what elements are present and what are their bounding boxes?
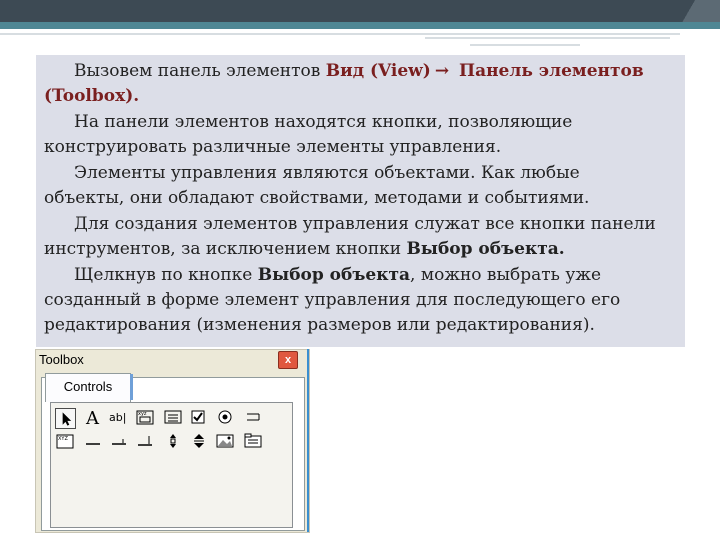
slide-text-box: Вызовем панель элементов Вид (View) → Пан… bbox=[36, 55, 685, 347]
svg-text:A: A bbox=[85, 408, 100, 426]
header-band bbox=[0, 0, 720, 22]
pointer-icon[interactable] bbox=[55, 408, 76, 429]
spinbutton-icon[interactable] bbox=[135, 432, 155, 450]
commandbutton-icon[interactable] bbox=[163, 408, 183, 426]
header-accent bbox=[0, 22, 720, 29]
vscroll-icon[interactable] bbox=[163, 432, 183, 450]
combobox-icon[interactable]: XYZ bbox=[55, 432, 75, 450]
p4-line1: Для создания элементов управления служат… bbox=[74, 214, 656, 234]
scrollbar-icon[interactable] bbox=[109, 432, 129, 450]
p4-bold: Выбор объекта. bbox=[406, 239, 565, 259]
paragraph-4: Для создания элементов управления служат… bbox=[44, 212, 684, 262]
tab-edge bbox=[130, 374, 133, 400]
divider-line bbox=[425, 37, 670, 39]
p4-line2: инструментов, за исключением кнопки bbox=[44, 239, 407, 259]
tab-controls[interactable]: Controls bbox=[45, 373, 131, 402]
image-icon[interactable] bbox=[215, 432, 235, 450]
close-button[interactable]: x bbox=[278, 351, 298, 369]
p5-line2: созданный в форме элемент управления для… bbox=[44, 290, 621, 310]
menu-toolbox: Панель элементов bbox=[453, 61, 644, 81]
controls-area: A ab| xyz XYZ bbox=[50, 402, 293, 528]
frame-icon[interactable]: xyz bbox=[135, 408, 155, 426]
p2-line2: конструировать различные элементы управл… bbox=[44, 137, 502, 157]
optionbutton-icon[interactable] bbox=[215, 408, 235, 426]
divider-line bbox=[470, 44, 580, 46]
divider-line bbox=[0, 33, 680, 35]
paragraph-3: Элементы управления являются объектами. … bbox=[44, 161, 684, 211]
window-edge-line bbox=[307, 349, 309, 532]
toolbox-window: Toolbox x Controls A ab| xyz XYZ bbox=[35, 349, 310, 533]
p5-text: Щелкнув по кнопке bbox=[74, 265, 258, 285]
p5-line3: редактирования (изменения размеров или р… bbox=[44, 315, 595, 335]
listbox-icon[interactable] bbox=[83, 432, 103, 450]
checkbox-icon[interactable] bbox=[189, 408, 209, 426]
textbox-icon[interactable]: ab| bbox=[109, 408, 129, 426]
toolbox-title: Toolbox bbox=[39, 352, 84, 367]
svg-text:XYZ: XYZ bbox=[58, 436, 68, 442]
spin-icon[interactable] bbox=[189, 432, 209, 450]
p1-text: Вызовем панель элементов bbox=[74, 61, 326, 81]
arrow-icon: → bbox=[434, 61, 450, 81]
p3-line1: Элементы управления являются объектами. … bbox=[74, 163, 580, 183]
toolbox-en: (Toolbox). bbox=[44, 86, 140, 106]
paragraph-1: Вызовем панель элементов Вид (View) → Пан… bbox=[44, 59, 684, 109]
label-icon[interactable]: A bbox=[83, 408, 103, 426]
header-corner bbox=[670, 0, 720, 22]
multipage-icon[interactable] bbox=[243, 432, 263, 450]
menu-view: Вид (View) bbox=[325, 61, 431, 81]
svg-text:ab|: ab| bbox=[109, 411, 126, 424]
paragraph-2: На панели элементов находятся кнопки, по… bbox=[44, 110, 684, 160]
paragraph-5: Щелкнув по кнопке Выбор объекта, можно в… bbox=[44, 263, 684, 338]
p2-line1: На панели элементов находятся кнопки, по… bbox=[74, 112, 573, 132]
p5-text2: , можно выбрать уже bbox=[410, 265, 602, 285]
togglebutton-icon[interactable] bbox=[243, 408, 263, 426]
p3-line2: объекты, они обладают свойствами, метода… bbox=[44, 188, 590, 208]
p5-bold: Выбор объекта bbox=[257, 265, 411, 285]
svg-text:xyz: xyz bbox=[138, 411, 147, 417]
